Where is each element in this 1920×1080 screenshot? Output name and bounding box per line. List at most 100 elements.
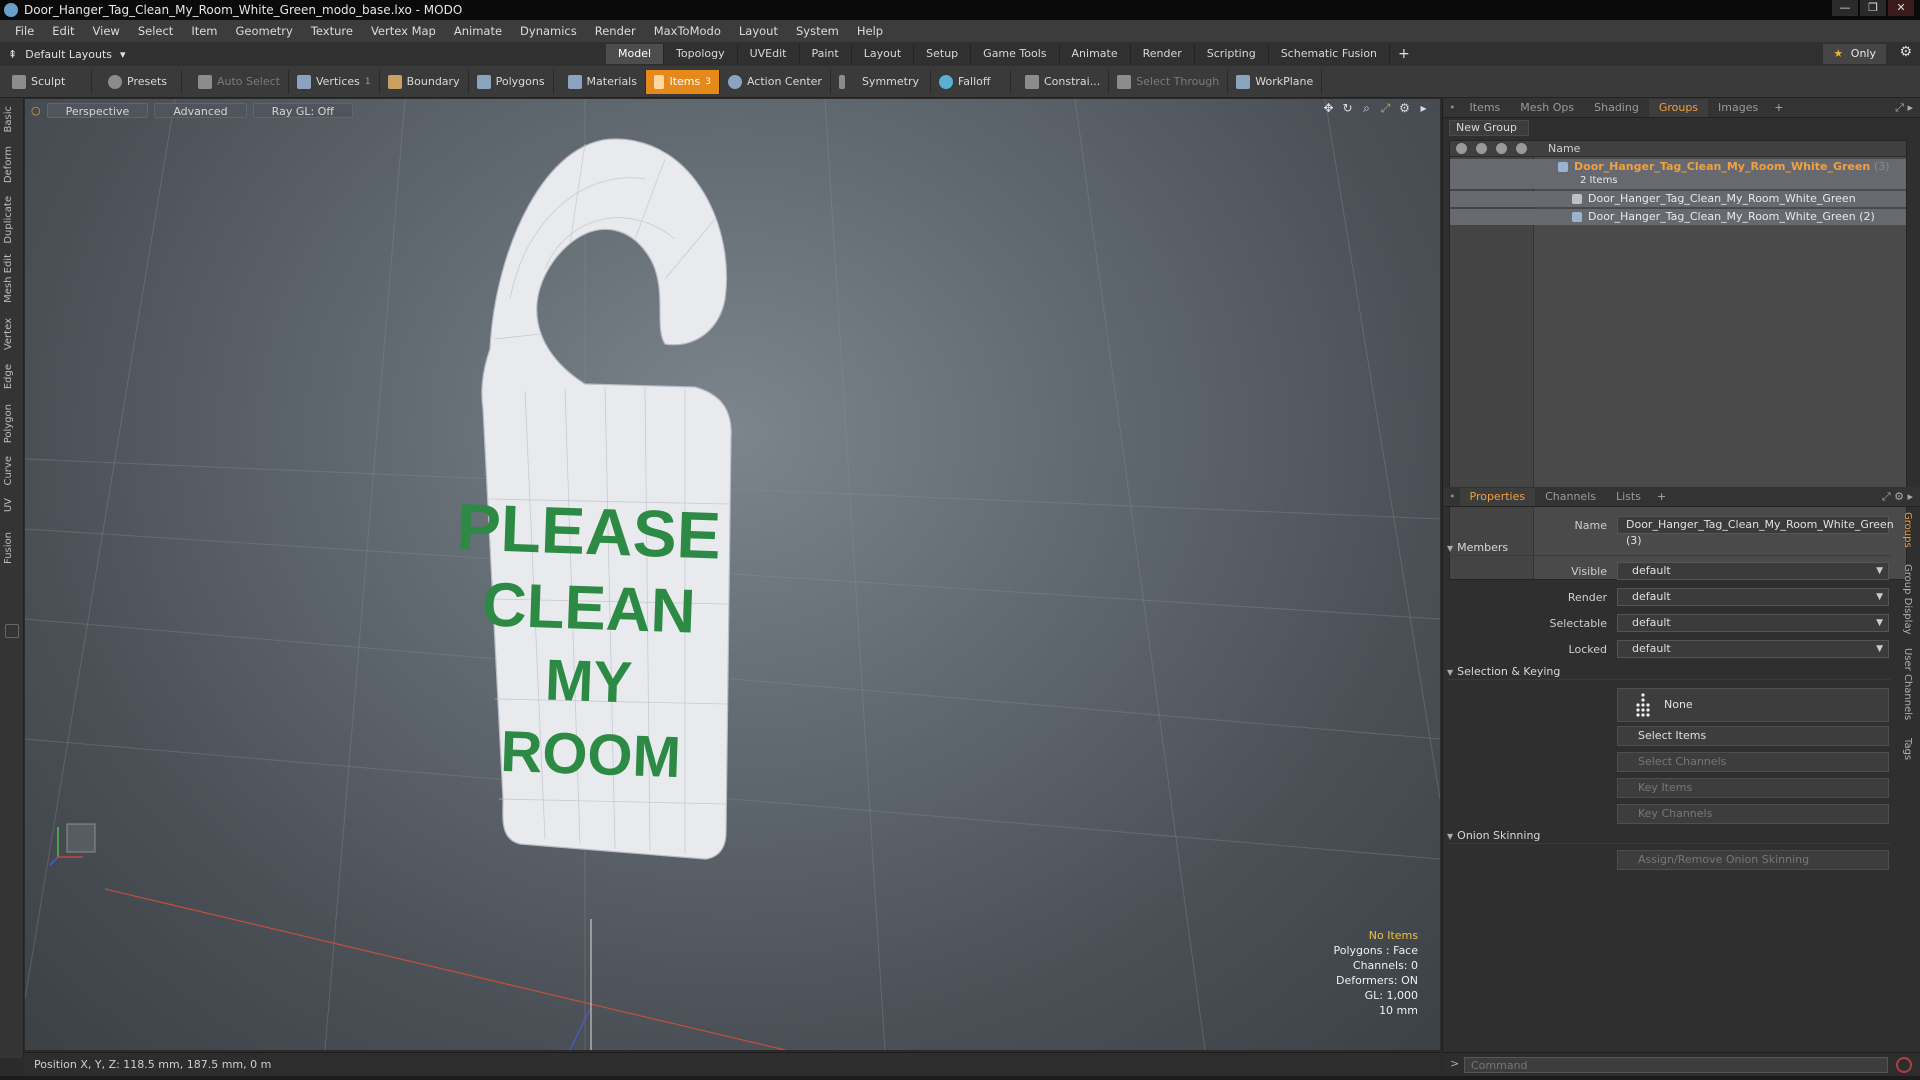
tab-scripting[interactable]: Scripting [1195, 44, 1269, 64]
menu-system[interactable]: System [787, 24, 848, 38]
auto-select-button[interactable]: Auto Select [190, 69, 289, 94]
left-panel-toggle[interactable] [5, 624, 19, 638]
vtab-edge[interactable]: Edge [3, 364, 21, 389]
tab-groups[interactable]: Groups [1648, 98, 1709, 117]
selectable-dropdown[interactable]: default ▼ [1617, 614, 1889, 632]
select-through-button[interactable]: Select Through [1109, 69, 1229, 94]
rotate-icon[interactable]: ↻ [1341, 102, 1354, 115]
polygons-button[interactable]: Polygons [469, 69, 554, 94]
menu-texture[interactable]: Texture [302, 24, 362, 38]
tab-uvedit[interactable]: UVEdit [738, 44, 800, 64]
tab-mesh-ops[interactable]: Mesh Ops [1510, 99, 1584, 117]
vtab-uv[interactable]: UV [3, 498, 21, 512]
maximize-button[interactable]: ❐ [1860, 0, 1886, 16]
expand-arrow-icon[interactable]: ▸ [1417, 102, 1430, 115]
key-channels-button[interactable]: Key Channels [1617, 804, 1889, 824]
sculpt-button[interactable]: Sculpt [4, 69, 92, 94]
onion-skinning-section[interactable]: ▼ Onion Skinning [1447, 828, 1891, 844]
group-member-row[interactable]: Door_Hanger_Tag_Clean_My_Room_White_Gree… [1450, 191, 1906, 207]
select-icon[interactable] [1516, 143, 1527, 154]
symmetry-button[interactable]: Symmetry [831, 69, 931, 94]
menu-geometry[interactable]: Geometry [227, 24, 302, 38]
vtab-deform[interactable]: Deform [3, 146, 21, 183]
side-tab-group-display[interactable]: Group Display [1902, 564, 1913, 634]
vtab-duplicate[interactable]: Duplicate [3, 196, 21, 244]
stop-icon[interactable] [1896, 1057, 1912, 1073]
group-member-row[interactable]: Door_Hanger_Tag_Clean_My_Room_White_Gree… [1450, 209, 1906, 225]
add-tab-button[interactable]: + [1390, 44, 1418, 64]
workplane-button[interactable]: WorkPlane [1228, 69, 1323, 94]
none-button[interactable]: None [1617, 688, 1889, 722]
panel-settings-icon[interactable]: ⤢ ⚙ ▸ [1882, 490, 1913, 504]
menu-layout[interactable]: Layout [730, 24, 787, 38]
side-tab-tags[interactable]: Tags [1902, 738, 1913, 760]
tab-model[interactable]: Model [606, 44, 665, 64]
vtab-basic[interactable]: Basic [3, 106, 21, 132]
vtab-polygon[interactable]: Polygon [3, 404, 21, 443]
locked-dropdown[interactable]: default ▼ [1617, 640, 1889, 658]
default-layouts-dropdown[interactable]: ⇞ Default Layouts ▾ [8, 48, 126, 61]
members-section[interactable]: ▼ Members [1447, 540, 1891, 556]
selection-keying-section[interactable]: ▼ Selection & Keying [1447, 664, 1891, 680]
gear-icon[interactable]: ⚙ [1899, 44, 1912, 60]
fit-icon[interactable]: ⤢ [1379, 102, 1392, 115]
new-group-button[interactable]: New Group [1449, 120, 1529, 136]
vtab-mesh-edit[interactable]: Mesh Edit [3, 254, 21, 303]
menu-edit[interactable]: Edit [43, 24, 83, 38]
side-tab-user-channels[interactable]: User Channels [1902, 648, 1913, 720]
render-icon[interactable] [1476, 143, 1487, 154]
3d-viewport[interactable]: PLEASE CLEAN MY ROOM ○ Perspective Advan… [25, 99, 1440, 1050]
lock-icon[interactable] [1496, 143, 1507, 154]
viewport-settings-icon[interactable]: ⚙ [1398, 102, 1411, 115]
name-field[interactable]: Door_Hanger_Tag_Clean_My_Room_White_Gree… [1617, 516, 1894, 547]
expand-panel-icon[interactable]: ⤢ ▸ [1895, 101, 1913, 115]
tab-channels[interactable]: Channels [1535, 488, 1606, 506]
select-items-button[interactable]: Select Items [1617, 726, 1889, 746]
menu-animate[interactable]: Animate [445, 24, 511, 38]
presets-button[interactable]: Presets [92, 69, 182, 94]
key-items-button[interactable]: Key Items [1617, 778, 1889, 798]
perspective-button[interactable]: Perspective [46, 102, 149, 118]
menu-vertex-map[interactable]: Vertex Map [362, 24, 445, 38]
tab-paint[interactable]: Paint [800, 44, 852, 64]
tab-images[interactable]: Images [1708, 99, 1768, 117]
vtab-vertex[interactable]: Vertex [3, 318, 21, 350]
falloff-button[interactable]: Falloff [931, 69, 1011, 94]
menu-file[interactable]: File [6, 24, 43, 38]
add-panel-tab-button[interactable]: + [1651, 490, 1672, 503]
vtab-curve[interactable]: Curve [3, 456, 21, 486]
advanced-button[interactable]: Advanced [154, 102, 247, 118]
close-button[interactable]: ✕ [1888, 0, 1914, 16]
tab-topology[interactable]: Topology [664, 44, 738, 64]
vtab-fusion[interactable]: Fusion [3, 532, 21, 564]
eye-icon[interactable] [1456, 143, 1467, 154]
menu-select[interactable]: Select [129, 24, 182, 38]
action-center-button[interactable]: Action Center [720, 69, 831, 94]
zoom-icon[interactable]: ⌕ [1360, 102, 1373, 115]
name-column-header[interactable]: Name [1548, 142, 1580, 155]
only-toggle[interactable]: ★ Only [1823, 44, 1886, 64]
side-tab-groups[interactable]: Groups [1902, 512, 1913, 548]
add-panel-tab-button[interactable]: + [1768, 101, 1789, 114]
tab-render[interactable]: Render [1131, 44, 1195, 64]
menu-item[interactable]: Item [182, 24, 226, 38]
tab-shading[interactable]: Shading [1584, 99, 1649, 117]
menu-dynamics[interactable]: Dynamics [511, 24, 586, 38]
tab-items[interactable]: Items [1460, 99, 1511, 117]
minimize-button[interactable]: — [1832, 0, 1858, 16]
select-channels-button[interactable]: Select Channels [1617, 752, 1889, 772]
constraints-button[interactable]: Constrai... [1017, 69, 1110, 94]
tab-game-tools[interactable]: Game Tools [971, 44, 1060, 64]
pan-icon[interactable]: ✥ [1322, 102, 1335, 115]
menu-help[interactable]: Help [848, 24, 892, 38]
render-dropdown[interactable]: default ▼ [1617, 588, 1889, 606]
tab-lists[interactable]: Lists [1606, 488, 1651, 506]
vertices-button[interactable]: Vertices 1 [289, 69, 380, 94]
materials-button[interactable]: Materials [560, 69, 646, 94]
menu-render[interactable]: Render [586, 24, 645, 38]
raygl-button[interactable]: Ray GL: Off [252, 102, 353, 118]
group-row[interactable]: Door_Hanger_Tag_Clean_My_Room_White_Gree… [1450, 159, 1906, 189]
tab-setup[interactable]: Setup [914, 44, 972, 64]
viewport-menu-icon[interactable]: ○ [31, 104, 41, 117]
tab-properties[interactable]: Properties [1459, 487, 1536, 506]
